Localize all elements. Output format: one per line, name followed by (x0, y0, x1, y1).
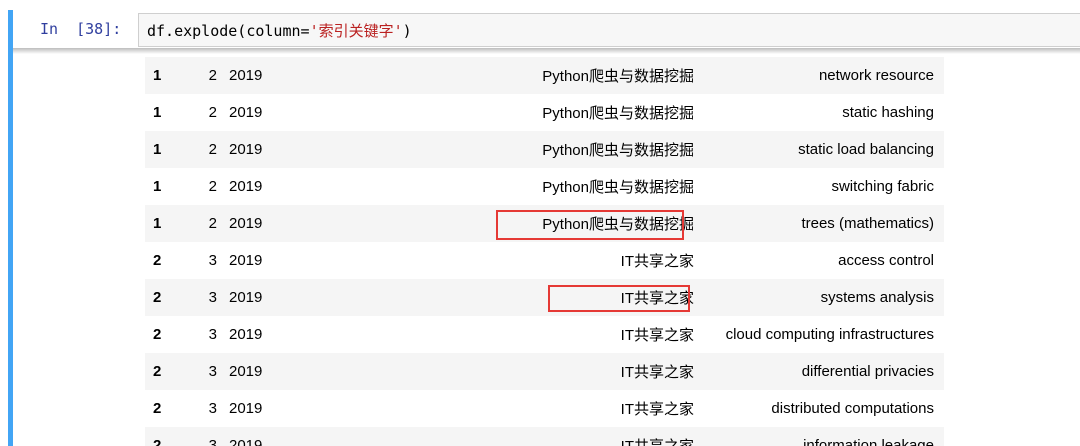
table-row: 1 2 2019 Python爬虫与数据挖掘 static hashing (145, 94, 944, 131)
cell-year: 2019 (217, 205, 299, 242)
cell-source: IT共享之家 (299, 353, 694, 390)
row-index: 1 (145, 168, 183, 205)
dataframe-table: 1 2 2019 Python爬虫与数据挖掘 network resource … (145, 57, 944, 446)
code-editor[interactable]: df.explode(column='索引关键字') (138, 13, 1080, 47)
table-row: 2 3 2019 IT共享之家 access control (145, 242, 944, 279)
cell-year: 2019 (217, 94, 299, 131)
row-index: 2 (145, 427, 183, 446)
cell-source: Python爬虫与数据挖掘 (299, 131, 694, 168)
input-cell[interactable]: In [38]: df.explode(column='索引关键字') (0, 0, 1080, 52)
cell-year: 2019 (217, 279, 299, 316)
cell-keyword: systems analysis (694, 279, 944, 316)
cell-number: 3 (183, 242, 217, 279)
row-index: 1 (145, 57, 183, 94)
notebook-page: In [38]: df.explode(column='索引关键字') 1 2 … (0, 0, 1080, 446)
cell-number: 2 (183, 205, 217, 242)
input-prompt: In [38]: (40, 20, 122, 38)
cell-keyword: static hashing (694, 94, 944, 131)
cell-source: IT共享之家 (299, 427, 694, 446)
table-row: 2 3 2019 IT共享之家 systems analysis (145, 279, 944, 316)
cell-source: Python爬虫与数据挖掘 (299, 205, 694, 242)
cell-year: 2019 (217, 131, 299, 168)
table-row: 2 3 2019 IT共享之家 distributed computations (145, 390, 944, 427)
row-index: 1 (145, 205, 183, 242)
cell-year: 2019 (217, 353, 299, 390)
cell-source: Python爬虫与数据挖掘 (299, 94, 694, 131)
table-row: 2 3 2019 IT共享之家 information leakage (145, 427, 944, 446)
cell-source: IT共享之家 (299, 279, 694, 316)
table-row: 2 3 2019 IT共享之家 cloud computing infrastr… (145, 316, 944, 353)
table-row: 2 3 2019 IT共享之家 differential privacies (145, 353, 944, 390)
cell-source: Python爬虫与数据挖掘 (299, 57, 694, 94)
dataframe-body: 1 2 2019 Python爬虫与数据挖掘 network resource … (145, 57, 944, 446)
output-area[interactable]: 1 2 2019 Python爬虫与数据挖掘 network resource … (13, 48, 1080, 446)
cell-number: 2 (183, 131, 217, 168)
cell-year: 2019 (217, 390, 299, 427)
cell-number: 3 (183, 390, 217, 427)
row-index: 2 (145, 353, 183, 390)
cell-keyword: differential privacies (694, 353, 944, 390)
cell-source: Python爬虫与数据挖掘 (299, 168, 694, 205)
cell-keyword: static load balancing (694, 131, 944, 168)
cell-keyword: information leakage (694, 427, 944, 446)
cell-number: 3 (183, 353, 217, 390)
row-index: 1 (145, 94, 183, 131)
code-prefix: df.explode(column= (147, 22, 310, 40)
row-index: 2 (145, 279, 183, 316)
cell-number: 2 (183, 94, 217, 131)
cell-year: 2019 (217, 168, 299, 205)
table-row: 1 2 2019 Python爬虫与数据挖掘 network resource (145, 57, 944, 94)
cell-source: IT共享之家 (299, 390, 694, 427)
table-row: 1 2 2019 Python爬虫与数据挖掘 trees (mathematic… (145, 205, 944, 242)
cell-year: 2019 (217, 57, 299, 94)
code-suffix: ) (402, 22, 412, 40)
code-string-literal: '索引关键字' (309, 22, 403, 40)
row-index: 2 (145, 316, 183, 353)
cell-year: 2019 (217, 316, 299, 353)
cell-source: IT共享之家 (299, 316, 694, 353)
cell-keyword: cloud computing infrastructures (694, 316, 944, 353)
cell-year: 2019 (217, 242, 299, 279)
row-index: 2 (145, 390, 183, 427)
cell-keyword: network resource (694, 57, 944, 94)
cell-year: 2019 (217, 427, 299, 446)
row-index: 2 (145, 242, 183, 279)
cell-source: IT共享之家 (299, 242, 694, 279)
cell-number: 3 (183, 279, 217, 316)
cell-number: 3 (183, 427, 217, 446)
cell-number: 3 (183, 316, 217, 353)
cell-keyword: trees (mathematics) (694, 205, 944, 242)
cell-number: 2 (183, 57, 217, 94)
output-top-shadow (13, 48, 1080, 54)
row-index: 1 (145, 131, 183, 168)
table-row: 1 2 2019 Python爬虫与数据挖掘 static load balan… (145, 131, 944, 168)
cell-keyword: access control (694, 242, 944, 279)
table-row: 1 2 2019 Python爬虫与数据挖掘 switching fabric (145, 168, 944, 205)
cell-number: 2 (183, 168, 217, 205)
code-line[interactable]: df.explode(column='索引关键字') (147, 20, 412, 41)
cell-keyword: switching fabric (694, 168, 944, 205)
cell-keyword: distributed computations (694, 390, 944, 427)
